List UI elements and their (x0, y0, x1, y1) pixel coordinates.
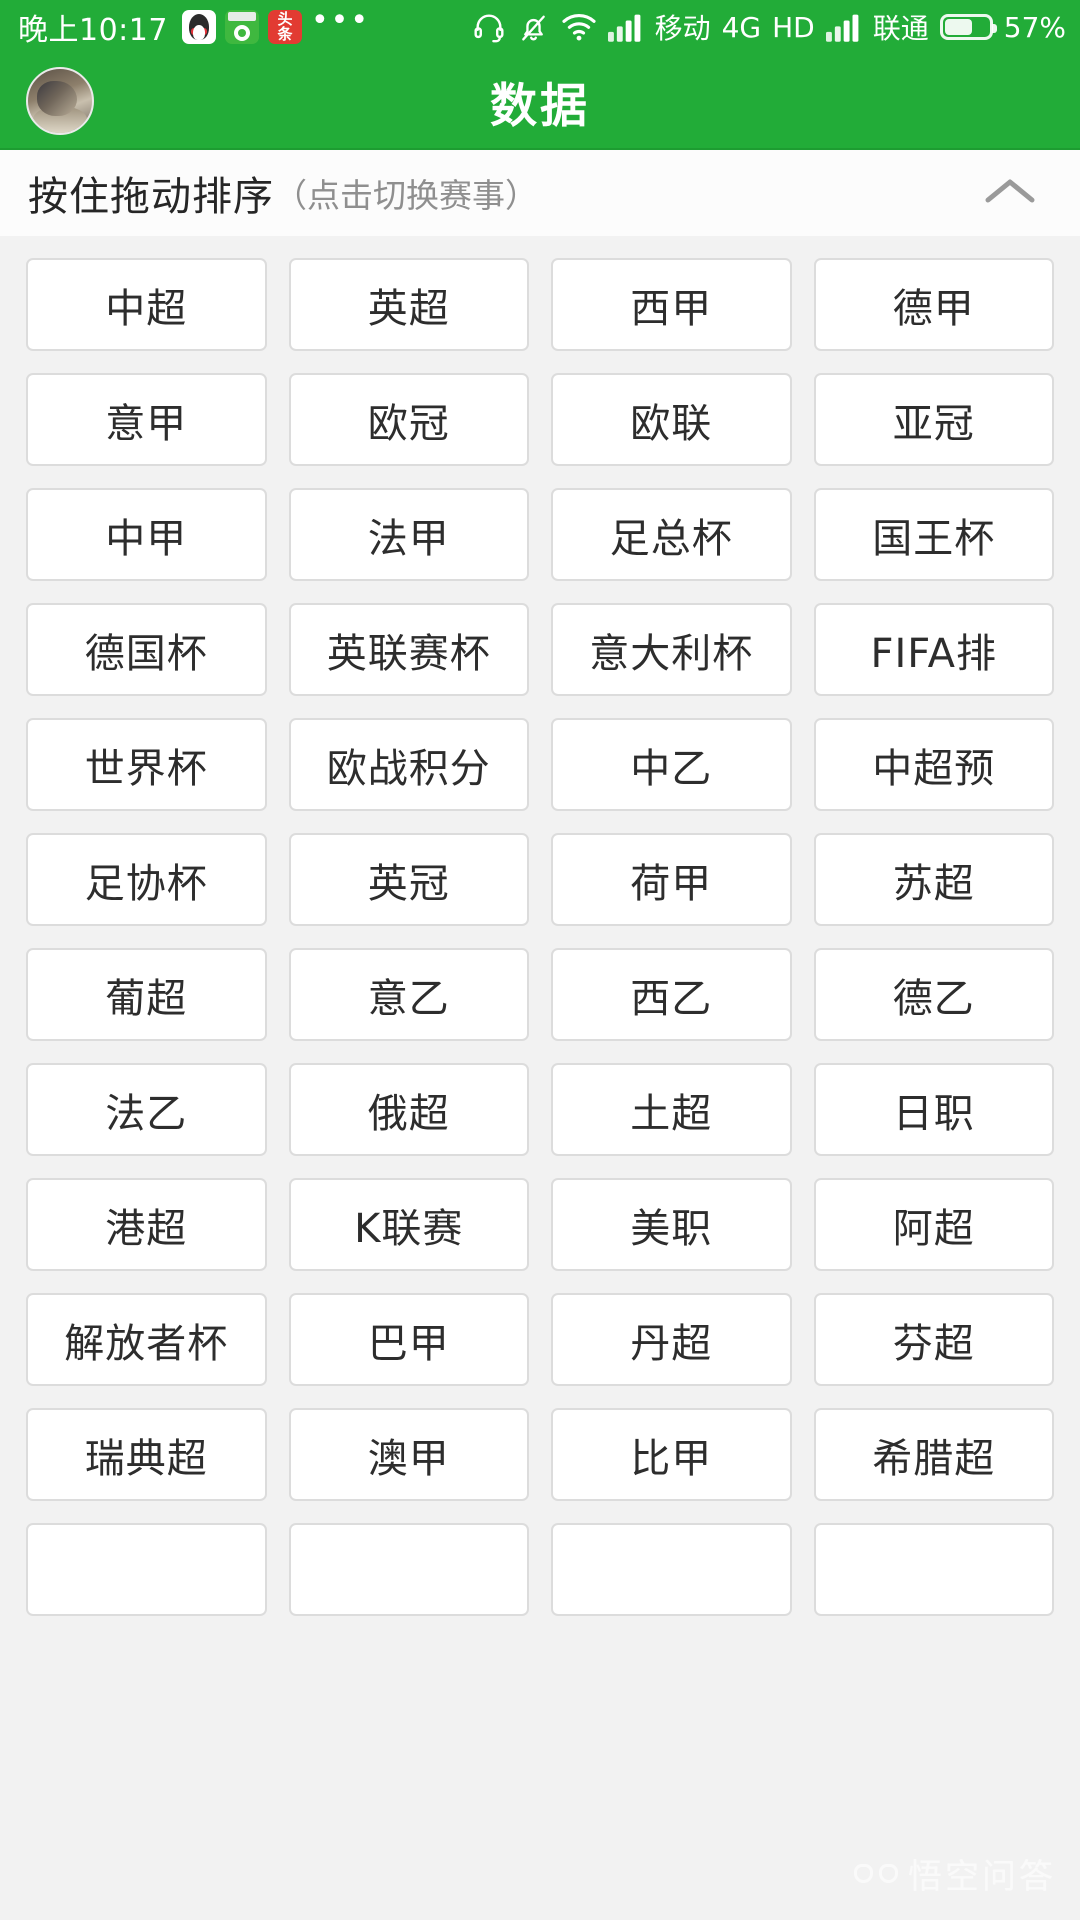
signal-bars-icon-2 (825, 14, 859, 42)
league-cell[interactable]: 比甲 (551, 1408, 792, 1501)
league-cell[interactable]: 德甲 (813, 258, 1054, 351)
league-cell[interactable]: 英联赛杯 (288, 603, 529, 696)
league-cell[interactable]: 英超 (288, 258, 529, 351)
headset-icon (474, 14, 504, 43)
league-cell[interactable]: 港超 (26, 1178, 267, 1271)
league-cell[interactable]: 欧联 (551, 373, 792, 466)
league-cell[interactable]: 英冠 (288, 833, 529, 926)
league-cell[interactable]: 意乙 (288, 948, 529, 1041)
hd-label: HD (772, 10, 815, 44)
title-bar: 数据 (0, 54, 1080, 150)
league-cell[interactable]: 法甲 (288, 488, 529, 581)
league-cell[interactable]: K联赛 (288, 1178, 529, 1271)
league-cell[interactable]: 德国杯 (26, 603, 267, 696)
league-cell[interactable]: 欧冠 (288, 373, 529, 466)
football-app-icon (224, 10, 259, 44)
watermark: 悟空问答 (854, 1849, 1056, 1898)
league-cell[interactable]: 希腊超 (813, 1408, 1054, 1501)
more-dots-icon: ••• (310, 3, 371, 38)
league-grid: 中超 英超 西甲 德甲意甲 欧冠 欧联 亚冠中甲 法甲 足总杯 国王杯德国杯 英联赛杯 意大利杯 FIF… (0, 236, 1080, 1616)
sort-hint-header[interactable]: 按住拖动排序 （点击切换赛事） (0, 150, 1080, 236)
status-time: 晚上10:17 (18, 13, 168, 48)
league-cell[interactable]: 葡超 (26, 948, 267, 1041)
league-cell[interactable] (551, 1523, 792, 1616)
league-cell[interactable]: 中甲 (26, 488, 267, 581)
network-type-label: 4G (721, 10, 762, 44)
wifi-icon (562, 14, 596, 41)
league-cell[interactable]: 瑞典超 (26, 1408, 267, 1501)
signal-bars-icon (607, 14, 640, 42)
app-root: 晚上10:17 头条 ••• 移动 4G HD 联通 57% 数据 按住拖动排序… (0, 0, 1080, 1920)
league-cell[interactable]: 巴甲 (288, 1293, 529, 1386)
league-cell[interactable] (288, 1523, 529, 1616)
league-cell[interactable]: 法乙 (26, 1063, 267, 1156)
league-cell[interactable]: 足总杯 (551, 488, 792, 581)
league-cell[interactable]: FIFA排 (813, 603, 1054, 696)
league-cell[interactable]: 中超预 (813, 718, 1054, 811)
league-cell[interactable]: 意甲 (26, 373, 267, 466)
league-cell[interactable]: 美职 (551, 1178, 792, 1271)
league-cell[interactable]: 世界杯 (26, 718, 267, 811)
bell-muted-icon (521, 15, 545, 40)
toutiao-icon: 头条 (267, 10, 302, 44)
battery-percent-label: 57% (1003, 10, 1066, 44)
league-cell[interactable]: 亚冠 (813, 373, 1054, 466)
league-cell[interactable]: 日职 (813, 1063, 1054, 1156)
league-cell[interactable]: 欧战积分 (288, 718, 529, 811)
status-bar: 晚上10:17 头条 ••• 移动 4G HD 联通 57% (0, 0, 1080, 54)
status-app-icons: 头条 ••• (181, 3, 371, 44)
wukong-logo-icon (854, 1860, 898, 1888)
league-cell[interactable]: 土超 (551, 1063, 792, 1156)
league-cell[interactable]: 阿超 (813, 1178, 1054, 1271)
league-cell[interactable]: 足协杯 (26, 833, 267, 926)
league-cell[interactable]: 荷甲 (551, 833, 792, 926)
league-cell[interactable]: 国王杯 (813, 488, 1054, 581)
avatar[interactable] (26, 67, 94, 135)
qq-icon (181, 10, 216, 44)
league-cell[interactable] (26, 1523, 267, 1616)
league-cell[interactable]: 芬超 (813, 1293, 1054, 1386)
league-cell[interactable]: 西甲 (551, 258, 792, 351)
league-cell[interactable] (813, 1523, 1054, 1616)
chevron-up-icon[interactable] (982, 174, 1038, 212)
league-cell[interactable]: 丹超 (551, 1293, 792, 1386)
league-cell[interactable]: 中超 (26, 258, 267, 351)
sort-hint-title: 按住拖动排序 (28, 174, 274, 220)
league-cell[interactable]: 德乙 (813, 948, 1054, 1041)
league-cell[interactable]: 意大利杯 (551, 603, 792, 696)
carrier-1-label: 移动 (654, 12, 711, 45)
carrier-2-label: 联通 (872, 12, 929, 45)
status-right-cluster: 移动 4G HD 联通 57% (472, 7, 1066, 47)
page-title: 数据 (490, 78, 590, 134)
watermark-text: 悟空问答 (908, 1857, 1056, 1897)
league-cell[interactable]: 俄超 (288, 1063, 529, 1156)
league-cell[interactable]: 澳甲 (288, 1408, 529, 1501)
battery-icon (939, 14, 997, 40)
league-cell[interactable]: 苏超 (813, 833, 1054, 926)
league-cell[interactable]: 西乙 (551, 948, 792, 1041)
sort-hint-subtitle: （点击切换赛事） (274, 176, 538, 215)
league-cell[interactable]: 解放者杯 (26, 1293, 267, 1386)
league-cell[interactable]: 中乙 (551, 718, 792, 811)
